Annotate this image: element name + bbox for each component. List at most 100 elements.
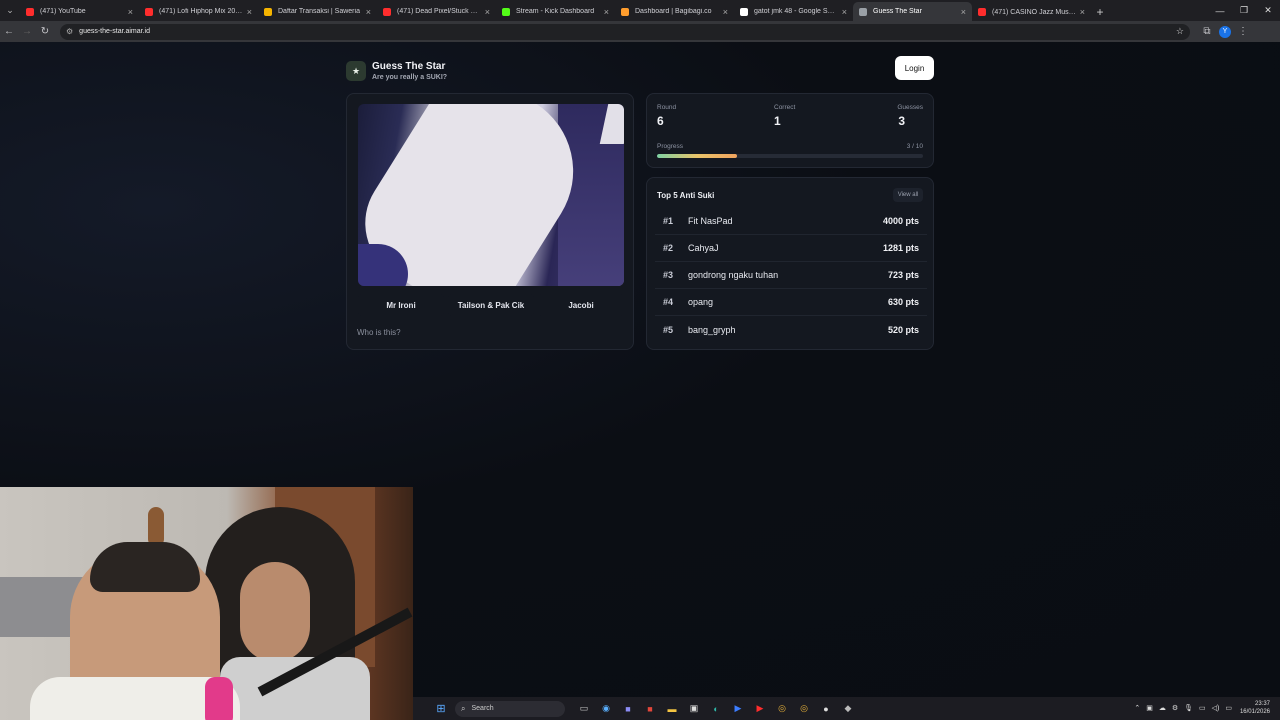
back-icon[interactable]: ← <box>0 23 18 41</box>
maximize-icon[interactable]: ❐ <box>1232 0 1256 21</box>
app-header: ★ Guess The Star Are you really a SUKI? … <box>346 56 934 86</box>
taskbar-search[interactable]: ⌕ Search <box>455 700 565 717</box>
mic-icon[interactable]: 🎙 <box>1184 704 1193 712</box>
tab-close-icon[interactable]: × <box>723 7 728 17</box>
profile-button[interactable]: Y <box>1216 23 1234 41</box>
game-card: Mr Ironi Tailson & Pak Cik Jacobi Who is… <box>346 93 634 350</box>
tab-label: (471) Lofi Hiphop Mix 2022 <box>159 8 243 15</box>
browser-tab[interactable]: (471) YouTube × <box>20 2 139 21</box>
leaderboard-name: opang <box>688 297 714 307</box>
browser-tab[interactable]: Guess The Star × <box>853 2 972 21</box>
tab-label: Stream - Kick Dashboard <box>516 8 595 15</box>
browser-tab[interactable]: Stream - Kick Dashboard × <box>496 2 615 21</box>
bookmark-star-icon[interactable]: ☆ <box>1176 26 1184 37</box>
steam-icon[interactable]: ◆ <box>837 700 859 718</box>
app-title: Guess The Star <box>372 61 446 72</box>
leaderboard-name: bang_gryph <box>688 324 736 335</box>
taskbar-clock[interactable]: 23:37 16/01/2026 <box>1240 700 1270 716</box>
browser-tab[interactable]: (471) CASINO Jazz Music 🎰 Fi × <box>972 2 1091 21</box>
taskbar-apps: ▭ ◉ ■ ■ ▬ ▣ ◐ ▶ ▶ ◎ ◎ ● ◆ <box>573 700 859 718</box>
browser-tab-strip: ⌄ (471) YouTube × (471) Lofi Hiphop Mix 20… <box>0 0 1280 21</box>
app-subtitle: Are you really a SUKI? <box>372 74 448 81</box>
chrome-icon[interactable]: ◎ <box>771 700 793 718</box>
view-all-button[interactable]: View all <box>893 188 923 202</box>
leaderboard-rank: #3 <box>663 270 674 280</box>
tray-chevron-icon[interactable]: ⌃ <box>1134 704 1140 712</box>
browser-tab[interactable]: (471) Dead Pixel/Stuck Pixel Sc × <box>377 2 496 21</box>
choice-button[interactable]: Jacobi <box>538 294 624 316</box>
address-bar[interactable]: ⚙ guess-the-star.aimar.id ☆ <box>60 23 1190 40</box>
tab-close-icon[interactable]: × <box>485 7 490 17</box>
tab-label: Guess The Star <box>873 8 922 15</box>
obs-icon[interactable]: ● <box>815 700 837 718</box>
leaderboard-rank: #1 <box>663 216 674 226</box>
tab-search-icon[interactable]: ⌄ <box>0 0 20 21</box>
tab-favicon-icon <box>264 7 272 16</box>
close-window-icon[interactable]: ✕ <box>1256 0 1280 21</box>
browser-tab[interactable]: gatot jmk 48 - Google Search × <box>734 2 853 21</box>
tab-favicon-icon <box>145 7 153 16</box>
volume-icon[interactable]: ◁) <box>1212 704 1220 712</box>
browser-tab[interactable]: (471) Lofi Hiphop Mix 2022 × <box>139 2 258 21</box>
leaderboard-points: 1281 pts <box>882 243 919 253</box>
reload-icon[interactable]: ↻ <box>36 23 54 41</box>
file-explorer-icon[interactable]: ▬ <box>661 700 683 718</box>
progress-count: 3 / 10 <box>906 143 923 150</box>
office-icon[interactable]: ■ <box>639 700 661 718</box>
url-text: guess-the-star.aimar.id <box>79 28 150 35</box>
chrome-active-icon[interactable]: ◎ <box>793 700 815 718</box>
leaderboard-name: Fit NasPad <box>688 216 733 226</box>
extensions-icon[interactable]: ⧉ <box>1198 23 1216 41</box>
browser-tab[interactable]: Dashboard | Bagibagi.co × <box>615 2 734 21</box>
leaderboard-rank: #5 <box>663 324 674 335</box>
leaderboard-list: #1 Fit NasPad 4000 pts #2 CahyaJ 1281 pts #3 go… <box>655 208 927 343</box>
tab-label: (471) CASINO Jazz Music 🎰 Fi <box>992 8 1076 16</box>
choice-button[interactable]: Tailson & Pak Cik <box>448 294 534 316</box>
tray-app-icon[interactable]: ▣ <box>1146 704 1153 712</box>
media-player-icon[interactable]: ▶ <box>727 700 749 718</box>
taskbar-search-label: Search <box>471 705 494 712</box>
youtube-icon[interactable]: ▶ <box>749 700 771 718</box>
answer-choices: Mr Ironi Tailson & Pak Cik Jacobi <box>358 294 624 316</box>
system-tray: ⌃ ▣ ☁ ⚙ 🎙 ▭ ◁) ▭ 23:37 16/01/2026 <box>1128 700 1270 716</box>
task-view-icon[interactable]: ▭ <box>573 700 595 718</box>
tab-close-icon[interactable]: × <box>604 7 609 17</box>
forward-icon[interactable]: → <box>18 23 36 41</box>
tab-close-icon[interactable]: × <box>842 7 847 17</box>
teams-icon[interactable]: ■ <box>617 700 639 718</box>
tab-close-icon[interactable]: × <box>366 7 371 17</box>
browser-tab[interactable]: Daftar Transaksi | Saweria × <box>258 2 377 21</box>
site-info-icon[interactable]: ⚙ <box>66 27 73 36</box>
webcam-guitar <box>148 507 164 547</box>
new-tab-button[interactable]: + <box>1091 2 1109 21</box>
tray-app-icon[interactable]: ⚙ <box>1172 704 1178 712</box>
tab-close-icon[interactable]: × <box>128 7 133 17</box>
tab-favicon-icon <box>978 7 986 16</box>
choice-button[interactable]: Mr Ironi <box>358 294 444 316</box>
clock-date: 16/01/2026 <box>1239 709 1270 715</box>
question-text: Who is this? <box>357 328 401 337</box>
store-icon[interactable]: ▣ <box>683 700 705 718</box>
tab-label: (471) YouTube <box>40 8 86 15</box>
menu-kebab-icon[interactable]: ⋮ <box>1234 23 1252 41</box>
leaderboard-row: #1 Fit NasPad 4000 pts <box>655 208 927 235</box>
leaderboard-rank: #2 <box>663 243 674 253</box>
tab-favicon-icon <box>621 7 629 16</box>
edge-icon[interactable]: ◐ <box>705 700 727 718</box>
minimize-icon[interactable]: — <box>1208 0 1232 21</box>
copilot-icon[interactable]: ◉ <box>595 700 617 718</box>
stat-round: Round 6 <box>657 104 676 128</box>
login-button[interactable]: Login <box>895 56 934 80</box>
tab-favicon-icon <box>740 7 748 16</box>
tab-close-icon[interactable]: × <box>1080 7 1085 17</box>
battery-icon[interactable]: ▭ <box>1225 704 1232 712</box>
tab-favicon-icon <box>859 7 867 16</box>
tab-label: Dashboard | Bagibagi.co <box>635 8 712 15</box>
leaderboard-row: #2 CahyaJ 1281 pts <box>655 235 927 262</box>
stat-guesses: Guesses 3 <box>897 104 923 128</box>
network-icon[interactable]: ▭ <box>1199 704 1206 712</box>
tab-close-icon[interactable]: × <box>247 7 252 17</box>
windows-start-icon[interactable]: ⊞ <box>435 703 447 715</box>
onedrive-icon[interactable]: ☁ <box>1159 704 1166 712</box>
tab-close-icon[interactable]: × <box>961 7 966 17</box>
